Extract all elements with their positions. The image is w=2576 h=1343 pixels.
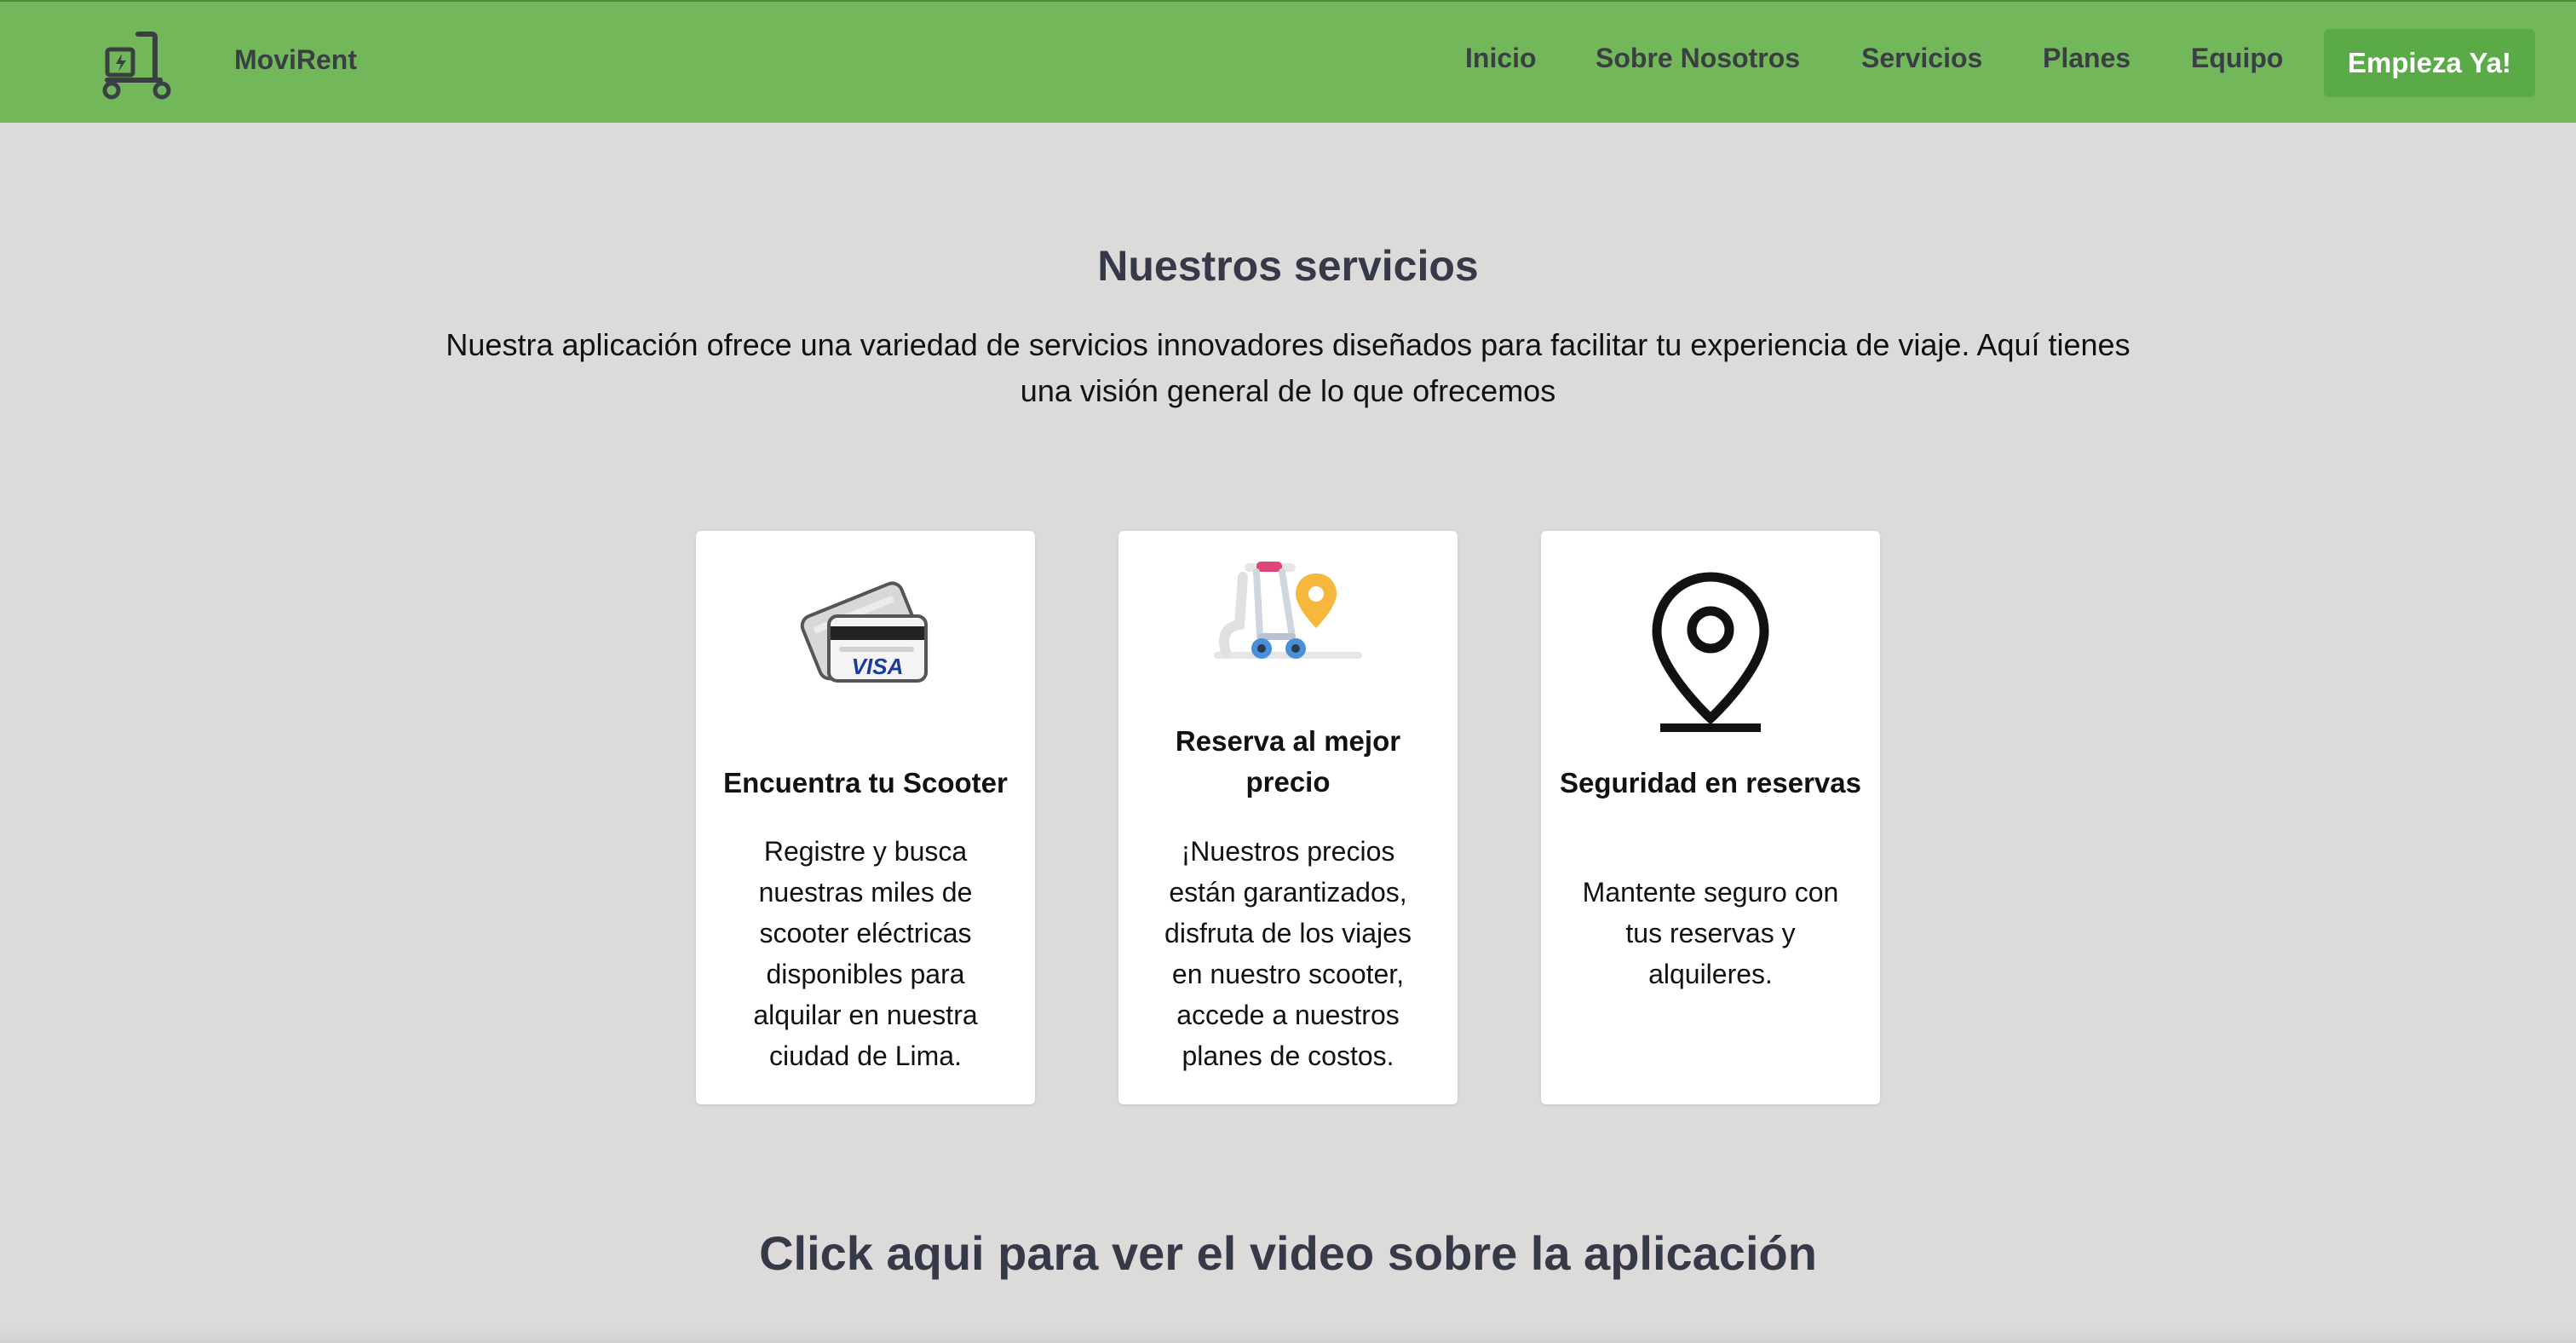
visa-logo-text: VISA — [851, 654, 904, 679]
services-title: Nuestros servicios — [1097, 242, 1479, 290]
electric-scooter-icon[interactable] — [101, 31, 174, 101]
card-title: Seguridad en reservas — [1559, 767, 1861, 798]
card-title: Reserva al mejor precio — [1175, 725, 1401, 798]
map-pin-icon — [1648, 570, 1773, 741]
video-link[interactable]: Click aqui para ver el video sobre la ap… — [0, 1225, 2576, 1281]
nav-link-planes[interactable]: Planes — [2043, 43, 2130, 74]
nav-link-inicio[interactable]: Inicio — [1465, 43, 1537, 74]
card-title: Encuentra tu Scooter — [723, 767, 1008, 798]
nav-link-equipo[interactable]: Equipo — [2191, 43, 2283, 74]
card-text: Mantente seguro con tus reservas y alqui… — [1582, 877, 1839, 989]
credit-card-icon: VISA — [796, 574, 931, 690]
service-card-best-price: Reserva al mejor precio ¡Nuestros precio… — [1118, 531, 1458, 1104]
brand-name[interactable]: MoviRent — [234, 44, 357, 76]
scooter-location-icon — [1210, 556, 1366, 672]
empieza-ya-button[interactable]: Empieza Ya! — [2324, 29, 2535, 97]
nav-link-sobre-nosotros[interactable]: Sobre Nosotros — [1596, 43, 1800, 74]
service-card-find-scooter: VISA Encuentra tu Scooter Registre y bus… — [696, 531, 1035, 1104]
card-text: ¡Nuestros precios están garantizados, di… — [1164, 836, 1412, 1071]
card-text: Registre y busca nuestras miles de scoot… — [753, 836, 978, 1071]
services-intro: Nuestra aplicación ofrece una variedad d… — [446, 327, 2130, 408]
nav-link-servicios[interactable]: Servicios — [1861, 43, 1982, 74]
service-card-security: Seguridad en reservas Mantente seguro co… — [1541, 531, 1880, 1104]
navbar: MoviRent Inicio Sobre Nosotros Servicios… — [0, 0, 2576, 123]
section-divider — [0, 1326, 2576, 1343]
